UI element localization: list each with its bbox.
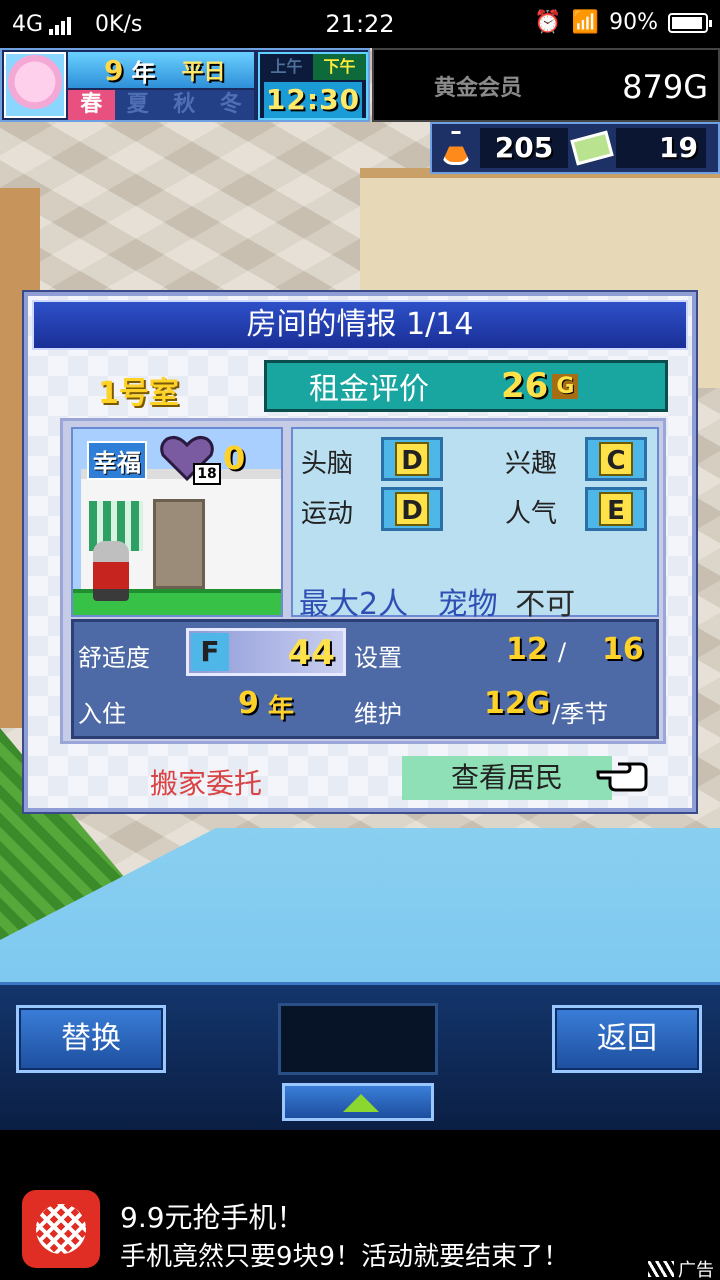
view-residents-button[interactable]: 查看居民 [402,756,612,800]
membership-label: 黄金会员 [434,76,523,101]
resource-bar: 205 19 [430,122,720,174]
alarm-icon: ⏰ [534,10,562,35]
year-display: 9 年 平日 [68,52,254,88]
ticket-icon [568,126,616,170]
clock-time: 12:30 [264,82,362,118]
expand-up-button[interactable] [282,1083,434,1121]
happiness-value: 0 [223,439,246,477]
stat-grade-popularity: E [585,487,647,531]
am-label: 上午 [270,57,303,76]
pm-label: 下午 [313,54,366,80]
ad-banner[interactable]: 9.9元抢手机！ 手机竟然只要9块9！活动就要结束了！ 广告 [0,1130,720,1280]
move-request-button[interactable]: 搬家委托 [150,762,262,802]
rent-label: 租金评价 [309,372,429,407]
stat-label-sports: 运动 [301,499,354,529]
stat-grade-sports: D [381,487,443,531]
room-summary: 舒适度 F 44 设置 12 / 16 入住 9 年 维护 12G /季节 [71,619,659,739]
room-portrait: 幸福 18 0 [71,427,283,617]
facility-label: 设置 [354,644,402,672]
status-bar: 4G 0K/s 21:22 ⏰ 📶 90% [0,0,720,48]
season-cherry-blossom-icon [4,52,66,118]
research-flask-icon [432,126,480,170]
am-pm-indicator: 上午 下午 [260,54,366,80]
pet-value: 不可 [515,587,576,622]
maintenance-label: 维护 [354,700,402,728]
season-winter: 冬 [207,90,254,120]
facility-separator: / [558,638,567,666]
wifi-icon: 📶 [571,10,600,35]
back-button[interactable]: 返回 [552,1005,702,1073]
bottom-toolbar: 替换 返回 [0,982,720,1130]
ad-tag-label: 广告 [678,1260,714,1280]
rent-evaluation: 租金评价 26 G [264,360,668,412]
center-slot [278,1003,438,1075]
stat-label-brains: 头脑 [301,449,354,479]
rent-value: 26 [501,366,549,406]
maintenance-unit: /季节 [552,700,609,728]
pointing-hand-icon [596,762,648,792]
stat-label-hobby: 兴趣 [505,449,558,479]
season-strip: 春 夏 秋 冬 [68,90,254,120]
replace-button[interactable]: 替换 [16,1005,166,1073]
stats-panel: 头脑 D 运动 D 兴趣 C 人气 E 最大2人 宠物 不可 [291,427,659,622]
pet-label: 宠物 [437,587,498,622]
year-number: 9 [104,53,124,87]
gold-amount: 879G [622,68,708,106]
door-illustration [153,499,205,589]
capacity-label: 最大 [299,587,359,622]
date-time-panel: 9 年 平日 春 夏 秋 冬 上午 下午 12:30 [0,48,370,122]
age-badge: 18 [193,463,221,485]
capacity-line: 最大2人 宠物 不可 [299,579,575,623]
facility-used: 12 [506,632,548,667]
money-panel[interactable]: 黄金会员 879G [372,48,720,122]
battery-icon [668,12,712,33]
rent-unit: G [552,373,579,399]
ticket-count: 19 [616,128,706,168]
capacity-value: 2人 [359,587,409,622]
ad-tag: 广告 [648,1256,714,1280]
season-summer: 夏 [114,90,161,120]
residence-unit: 年 [268,694,295,724]
happiness-label: 幸福 [87,441,147,480]
day-type: 平日 [181,60,226,85]
season-autumn: 秋 [161,90,208,120]
stat-grade-brains: D [381,437,443,481]
stat-label-popularity: 人气 [505,499,558,529]
comfort-grade: F [191,633,229,671]
room-info-dialog: 房间的情报 1/14 1号室 租金评价 26 G 幸福 18 0 头脑 D 运动… [24,292,696,812]
maintenance-value: 12G [484,686,551,721]
comfort-label: 舒适度 [78,644,150,672]
up-arrow-icon [343,1094,379,1112]
resident-avatar [93,541,129,601]
status-right: ⏰ 📶 90% [534,10,712,35]
residence-label: 入住 [78,700,126,728]
residence-years: 9 [238,686,259,721]
dialog-title: 房间的情报 1/14 [32,300,688,350]
comfort-value: 44 [287,633,335,673]
ad-mark-icon [648,1261,674,1277]
ad-title: 9.9元抢手机！ [120,1201,305,1234]
facility-max: 16 [602,632,644,667]
game-clock: 上午 下午 12:30 [258,52,368,120]
season-spring: 春 [68,90,115,120]
year-unit: 年 [131,58,156,87]
research-points: 205 [480,128,568,168]
room-name: 1号室 [98,376,179,411]
room-detail-panel: 幸福 18 0 头脑 D 运动 D 兴趣 C 人气 E 最大2人 宠物 不可 舒… [60,418,666,744]
stat-grade-hobby: C [585,437,647,481]
comfort-meter: F 44 [186,628,346,676]
pinduoduo-logo-icon [22,1190,100,1268]
ad-description: 手机竟然只要9块9！活动就要结束了！ [120,1242,570,1272]
battery-percent: 90% [609,10,658,35]
